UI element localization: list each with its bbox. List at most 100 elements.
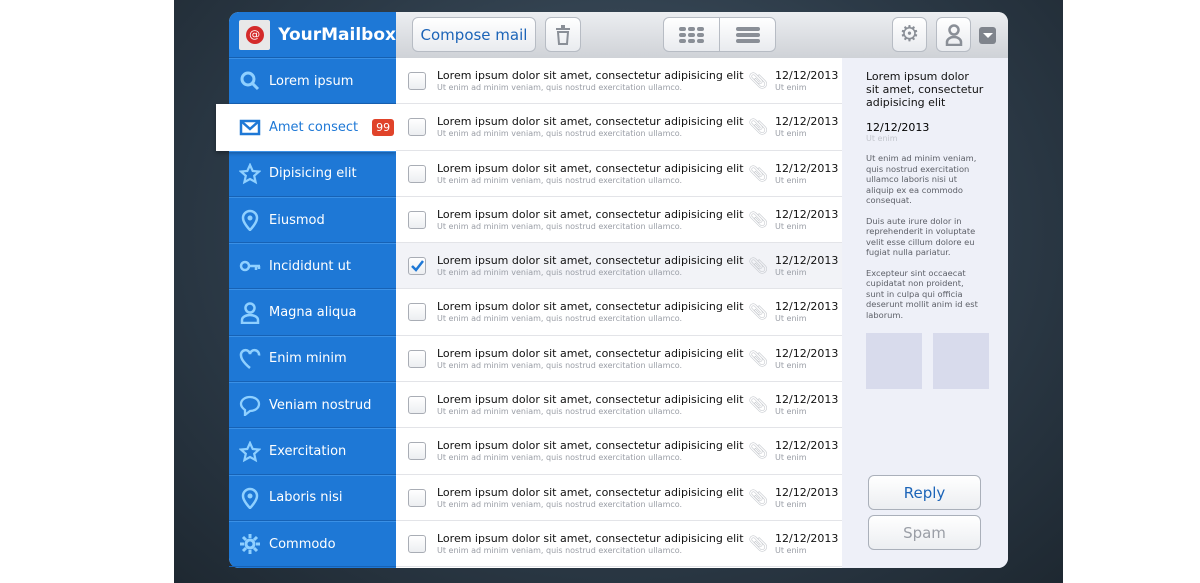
- message-date: 12/12/2013: [775, 393, 839, 407]
- grid-view-icon: [678, 26, 704, 43]
- spam-button[interactable]: Spam: [868, 515, 981, 550]
- gear-icon: ⚙: [899, 22, 920, 47]
- message-preview: Ut enim ad minim veniam, quis nostrud ex…: [437, 221, 683, 231]
- reader-sub: Ut enim: [866, 134, 898, 143]
- sidebar-item-eiusmod[interactable]: Eiusmod: [229, 196, 396, 244]
- message-checkbox[interactable]: [408, 349, 426, 368]
- checkmark-icon: [411, 260, 424, 273]
- reply-button[interactable]: Reply: [868, 475, 981, 510]
- message-row[interactable]: Lorem ipsum dolor sit amet, consectetur …: [396, 382, 842, 429]
- message-subject: Lorem ipsum dolor sit amet, consectetur …: [437, 346, 744, 360]
- attachment-icon: 📎︎: [748, 348, 769, 368]
- message-date-sub: Ut enim: [775, 453, 807, 463]
- attachment-icon: 📎︎: [748, 256, 769, 276]
- message-checkbox[interactable]: [408, 164, 426, 183]
- message-row[interactable]: Lorem ipsum dolor sit amet, consectetur …: [396, 336, 842, 383]
- message-subject: Lorem ipsum dolor sit amet, consectetur …: [437, 439, 744, 453]
- chat-icon: [239, 396, 261, 417]
- message-checkbox[interactable]: [408, 442, 426, 461]
- sidebar-item-enim-minim[interactable]: Enim minim: [229, 335, 396, 383]
- message-list: Lorem ipsum dolor sit amet, consectetur …: [396, 58, 842, 568]
- message-checkbox[interactable]: [408, 534, 426, 553]
- message-date-sub: Ut enim: [775, 545, 807, 555]
- message-date: 12/12/2013: [775, 207, 839, 221]
- message-subject: Lorem ipsum dolor sit amet, consectetur …: [437, 393, 744, 407]
- message-row[interactable]: Lorem ipsum dolor sit amet, consectetur …: [396, 243, 842, 290]
- message-row[interactable]: Lorem ipsum dolor sit amet, consectetur …: [396, 104, 842, 151]
- app-title: YourMailbox: [278, 24, 396, 45]
- message-subject: Lorem ipsum dolor sit amet, consectetur …: [437, 531, 744, 545]
- message-subject: Lorem ipsum dolor sit amet, consectetur …: [437, 207, 744, 221]
- dropdown-button[interactable]: [979, 27, 996, 44]
- message-row[interactable]: Lorem ipsum dolor sit amet, consectetur …: [396, 475, 842, 521]
- mail-icon: [239, 120, 261, 136]
- message-row[interactable]: Lorem ipsum dolor sit amet, consectetur …: [396, 428, 842, 475]
- sidebar-item-label: Commodo: [269, 536, 336, 552]
- message-preview: Ut enim ad minim veniam, quis nostrud ex…: [437, 268, 683, 278]
- sidebar-item-incididunt-ut[interactable]: Incididunt ut: [229, 243, 396, 290]
- reader-paragraph: Duis aute irure dolor in reprehenderit i…: [866, 215, 976, 258]
- delete-button[interactable]: [545, 17, 581, 52]
- attachment-icon: 📎︎: [748, 533, 769, 553]
- message-subject: Lorem ipsum dolor sit amet, consectetur …: [437, 161, 744, 175]
- sidebar-item-label: Lorem ipsum: [269, 73, 354, 89]
- compose-button[interactable]: Compose mail: [412, 17, 536, 52]
- sidebar-item-lorem-ipsum[interactable]: Lorem ipsum: [229, 58, 396, 105]
- message-checkbox[interactable]: [408, 488, 426, 507]
- message-row[interactable]: Lorem ipsum dolor sit amet, consectetur …: [396, 151, 842, 197]
- sidebar-item-veniam-nostrud[interactable]: Veniam nostrud: [229, 382, 396, 429]
- attachment-thumbnail[interactable]: [866, 333, 922, 389]
- message-date-sub: Ut enim: [775, 499, 807, 509]
- message-checkbox[interactable]: [408, 72, 426, 90]
- message-row[interactable]: Lorem ipsum dolor sit amet, consectetur …: [396, 58, 842, 105]
- message-row[interactable]: Lorem ipsum dolor sit amet, consectetur …: [396, 289, 842, 336]
- message-date-sub: Ut enim: [775, 407, 807, 417]
- sidebar-item-label: Amet consect: [269, 119, 359, 135]
- message-preview: Ut enim ad minim veniam, quis nostrud ex…: [437, 83, 683, 92]
- message-checkbox[interactable]: [408, 257, 426, 276]
- message-preview: Ut enim ad minim veniam, quis nostrud ex…: [437, 175, 683, 185]
- message-date: 12/12/2013: [775, 161, 839, 175]
- sidebar-item-amet-consect[interactable]: Amet consect 99: [216, 104, 396, 151]
- message-date: 12/12/2013: [775, 254, 839, 268]
- user-icon: [240, 301, 260, 324]
- message-subject: Lorem ipsum dolor sit amet, consectetur …: [437, 485, 744, 499]
- sidebar-item-label: Veniam nostrud: [269, 397, 372, 413]
- message-date-sub: Ut enim: [775, 314, 807, 324]
- mail-logo-icon: @: [239, 19, 271, 50]
- pin-icon: [241, 209, 259, 232]
- sidebar-item-commodo[interactable]: Commodo: [229, 520, 396, 568]
- sidebar-item-label: Magna aliqua: [269, 305, 357, 321]
- settings-button[interactable]: ⚙: [892, 17, 927, 52]
- list-view-button[interactable]: [719, 17, 776, 52]
- message-subject: Lorem ipsum dolor sit amet, consectetur …: [437, 69, 744, 82]
- message-preview: Ut enim ad minim veniam, quis nostrud ex…: [437, 314, 683, 324]
- message-row[interactable]: Lorem ipsum dolor sit amet, consectetur …: [396, 197, 842, 244]
- star-icon: [239, 440, 261, 462]
- sidebar-item-label: Eiusmod: [269, 212, 325, 228]
- reader-date: 12/12/2013: [866, 121, 930, 134]
- message-checkbox[interactable]: [408, 118, 426, 137]
- message-checkbox[interactable]: [408, 303, 426, 322]
- message-preview: Ut enim ad minim veniam, quis nostrud ex…: [437, 407, 683, 417]
- reader-paragraph: Excepteur sint occaecat cupidatat non pr…: [866, 267, 978, 320]
- attachment-thumbnail[interactable]: [933, 333, 989, 389]
- message-checkbox[interactable]: [408, 396, 426, 415]
- sidebar-item-label: Exercitation: [269, 444, 347, 460]
- profile-button[interactable]: [936, 17, 971, 52]
- message-row[interactable]: Lorem ipsum dolor sit amet, consectetur …: [396, 521, 842, 568]
- sidebar-item-label: Laboris nisi: [269, 490, 343, 506]
- sidebar-item-exercitation[interactable]: Exercitation: [229, 428, 396, 475]
- message-checkbox[interactable]: [408, 210, 426, 229]
- message-date: 12/12/2013: [775, 439, 839, 453]
- attachment-icon: 📎︎: [748, 71, 769, 90]
- sidebar-item-dipisicing-elit[interactable]: Dipisicing elit: [229, 150, 396, 197]
- gear-icon: [240, 534, 260, 555]
- grid-view-button[interactable]: [663, 17, 720, 52]
- sidebar-item-label: Incididunt ut: [269, 258, 351, 274]
- sidebar-item-magna-aliqua[interactable]: Magna aliqua: [229, 289, 396, 336]
- message-subject: Lorem ipsum dolor sit amet, consectetur …: [437, 254, 744, 268]
- message-preview: Ut enim ad minim veniam, quis nostrud ex…: [437, 545, 683, 555]
- logo: @ YourMailbox: [229, 12, 396, 58]
- sidebar-item-laboris-nisi[interactable]: Laboris nisi: [229, 474, 396, 521]
